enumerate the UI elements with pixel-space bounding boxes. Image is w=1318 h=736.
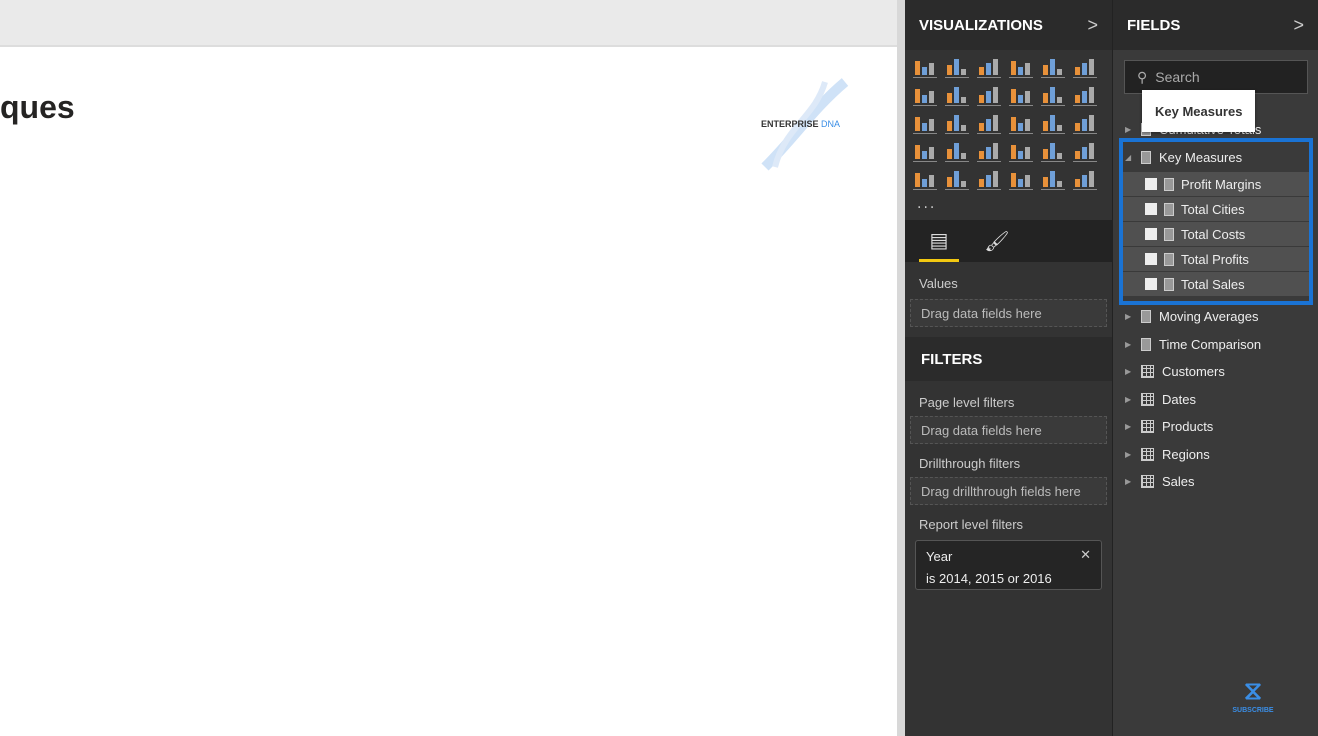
report-filters-label: Report level filters [919, 517, 1024, 532]
expand-icon: ▶ [1125, 339, 1132, 349]
expand-icon: ▶ [1125, 477, 1132, 487]
table-item[interactable]: ▶ Products [1113, 413, 1318, 441]
expand-icon: ▶ [1125, 394, 1132, 404]
page-title: ques [0, 89, 75, 125]
filter-field: Year [926, 549, 953, 564]
search-input[interactable]: ⚲ Search [1124, 60, 1308, 94]
table-item[interactable]: ▶ Dates [1113, 386, 1318, 414]
page-filters-drop-zone[interactable]: Drag data fields here [910, 416, 1107, 444]
table-item[interactable]: ▶ Customers [1113, 358, 1318, 386]
table-item[interactable]: ▶ Moving Averages [1113, 302, 1318, 330]
expand-icon: ▶ [1125, 311, 1132, 321]
table-icon [1141, 447, 1154, 461]
visual-type-icon[interactable] [913, 56, 937, 78]
panel-gap [897, 0, 905, 736]
visual-type-icon[interactable] [1009, 140, 1033, 162]
visual-type-icon[interactable] [913, 140, 937, 162]
visual-type-icon[interactable] [1009, 84, 1033, 106]
visual-type-icon[interactable] [977, 112, 1001, 134]
visual-type-icon[interactable] [1041, 84, 1065, 106]
visualizations-title: VISUALIZATIONS [919, 16, 1043, 34]
values-label: Values [919, 276, 958, 291]
visual-type-icon[interactable] [1009, 56, 1033, 78]
fields-title: FIELDS [1127, 16, 1181, 34]
more-visuals-button[interactable]: ... [905, 196, 1112, 216]
visual-type-icon[interactable] [1073, 56, 1097, 78]
table-icon [1141, 420, 1154, 434]
visual-type-icon[interactable] [977, 56, 1001, 78]
year-filter-card[interactable]: Year is 2014, 2015 or 2016 ✕ [915, 540, 1102, 590]
enterprise-dna-logo: ENTERPRISE DNA [755, 77, 855, 172]
chevron-right-icon[interactable]: > [1293, 15, 1304, 36]
close-icon[interactable]: ✕ [1080, 544, 1091, 566]
visual-type-icon[interactable] [1041, 140, 1065, 162]
visual-gallery [905, 50, 1112, 196]
subscribe-logo[interactable]: ⧖ SUBSCRIBE [1225, 675, 1281, 725]
visual-type-icon[interactable] [1073, 168, 1097, 190]
table-icon [1141, 365, 1154, 379]
drillthrough-filters-label: Drillthrough filters [919, 456, 1021, 471]
selection-highlight [1119, 138, 1313, 305]
expand-icon: ▶ [1125, 449, 1132, 459]
chevron-right-icon[interactable]: > [1087, 15, 1098, 36]
visualizations-pane: VISUALIZATIONS > ... ▤ 🖌 Values Drag data… [905, 0, 1112, 736]
drillthrough-drop-zone[interactable]: Drag drillthrough fields here [910, 477, 1107, 505]
table-item[interactable]: ▶ Time Comparison [1113, 330, 1318, 358]
visual-type-icon[interactable] [1073, 140, 1097, 162]
visual-type-icon[interactable] [945, 168, 969, 190]
visual-type-icon[interactable] [1041, 112, 1065, 134]
calculator-icon [1141, 309, 1151, 323]
visual-type-icon[interactable] [1009, 168, 1033, 190]
report-page[interactable]: ques ENTERPRISE DNA [0, 45, 897, 736]
expand-icon: ▶ [1125, 422, 1132, 432]
calculator-icon [1141, 337, 1151, 351]
page-filters-label: Page level filters [919, 395, 1015, 410]
visual-type-icon[interactable] [945, 56, 969, 78]
visual-type-icon[interactable] [913, 168, 937, 190]
expand-icon: ▶ [1125, 124, 1132, 134]
expand-icon: ▶ [1125, 367, 1132, 377]
table-item[interactable]: ▶ Regions [1113, 441, 1318, 469]
fields-pane: FIELDS> ⚲Search ▶Cumulative Totals ◢Key … [1113, 0, 1318, 736]
visual-type-icon[interactable] [977, 140, 1001, 162]
visual-type-icon[interactable] [1041, 56, 1065, 78]
visual-type-icon[interactable] [945, 140, 969, 162]
table-icon [1141, 475, 1154, 489]
visual-type-icon[interactable] [977, 84, 1001, 106]
fields-well-icon: ▤ [929, 227, 949, 252]
visual-type-icon[interactable] [945, 84, 969, 106]
filters-title: FILTERS [905, 337, 1112, 381]
table-icon [1141, 392, 1154, 406]
visual-type-icon[interactable] [1009, 112, 1033, 134]
visual-type-icon[interactable] [945, 112, 969, 134]
visual-type-icon[interactable] [1073, 112, 1097, 134]
visual-type-icon[interactable] [913, 84, 937, 106]
values-drop-zone[interactable]: Drag data fields here [910, 299, 1107, 327]
format-tab[interactable]: 🖌 [977, 220, 1017, 262]
visual-type-icon[interactable] [1073, 84, 1097, 106]
visual-type-icon[interactable] [977, 168, 1001, 190]
canvas-toolbar [0, 0, 897, 45]
search-icon: ⚲ [1137, 68, 1148, 85]
tooltip: Key Measures [1142, 90, 1256, 132]
table-item[interactable]: ▶ Sales [1113, 468, 1318, 496]
fields-tab[interactable]: ▤ [919, 220, 959, 262]
filter-condition: is 2014, 2015 or 2016 [926, 571, 1052, 586]
paint-roller-icon: 🖌 [984, 229, 1010, 253]
visual-type-icon[interactable] [1041, 168, 1065, 190]
visual-type-icon[interactable] [913, 112, 937, 134]
